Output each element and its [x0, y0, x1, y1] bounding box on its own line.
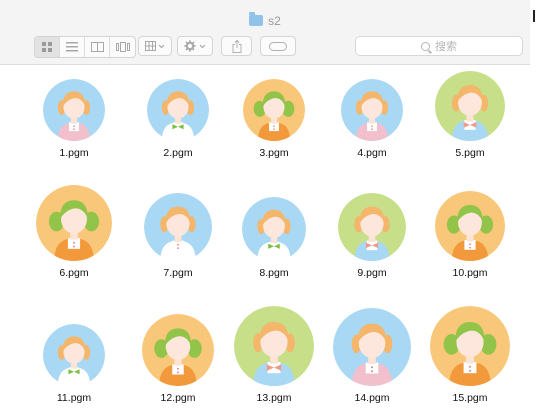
file-name-label[interactable]: 5.pgm — [428, 147, 512, 159]
gear-icon — [184, 40, 206, 52]
arrange-grid-icon — [145, 41, 165, 51]
avatar-illustration — [430, 306, 510, 386]
file-name-label[interactable]: 7.pgm — [136, 267, 220, 279]
file-thumbnail[interactable] — [435, 71, 505, 141]
search-icon — [421, 41, 430, 51]
coverflow-icon — [115, 42, 130, 52]
file-name-label[interactable]: 1.pgm — [32, 147, 116, 159]
file-thumbnail[interactable] — [234, 306, 314, 386]
list-icon — [66, 42, 78, 52]
file-name-label[interactable]: 13.pgm — [232, 392, 316, 404]
file-thumbnail[interactable] — [435, 191, 505, 261]
file-thumbnail[interactable] — [242, 197, 306, 261]
file-name-label[interactable]: 11.pgm — [32, 392, 116, 404]
file-thumbnail[interactable] — [142, 314, 214, 386]
search-placeholder: 搜索 — [435, 41, 457, 53]
avatar-illustration — [36, 185, 112, 261]
background-window-mark — [533, 10, 535, 22]
avatar-illustration — [341, 79, 403, 141]
window-title-text: s2 — [268, 14, 281, 28]
file-name-label[interactable]: 4.pgm — [330, 147, 414, 159]
columns-icon — [90, 42, 104, 52]
view-mode-switcher — [34, 36, 136, 58]
file-thumbnail[interactable] — [144, 193, 212, 261]
avatar-illustration — [338, 193, 406, 261]
avatar-illustration — [333, 308, 411, 386]
file-name-label[interactable]: 8.pgm — [232, 267, 316, 279]
share-button[interactable] — [221, 36, 252, 56]
icon-view-button[interactable] — [35, 37, 60, 57]
avatar-illustration — [144, 193, 212, 261]
file-name-label[interactable]: 10.pgm — [428, 267, 512, 279]
folder-icon — [249, 12, 264, 26]
file-name-label[interactable]: 2.pgm — [136, 147, 220, 159]
window-title: s2 — [0, 12, 530, 28]
file-thumbnail[interactable] — [43, 79, 105, 141]
list-view-button[interactable] — [60, 37, 85, 57]
file-thumbnail[interactable] — [338, 193, 406, 261]
icon-grid-icon — [41, 41, 52, 52]
file-thumbnail[interactable] — [243, 79, 305, 141]
file-name-label[interactable]: 9.pgm — [330, 267, 414, 279]
file-name-label[interactable]: 6.pgm — [32, 267, 116, 279]
avatar-illustration — [43, 79, 105, 141]
background-window-edge — [530, 0, 539, 419]
file-thumbnail[interactable] — [147, 79, 209, 141]
finder-window: s2 搜索 1.pgm 2.pgm 3.pgm 4.pgm 5.pgm 6.pg… — [0, 0, 531, 419]
action-menu-button[interactable] — [177, 36, 213, 56]
search-field[interactable]: 搜索 — [355, 36, 523, 56]
avatar-illustration — [43, 324, 105, 386]
toolbar: 搜索 — [0, 36, 530, 58]
file-thumbnail[interactable] — [43, 324, 105, 386]
file-name-label[interactable]: 14.pgm — [330, 392, 414, 404]
title-bar: s2 搜索 — [0, 0, 530, 65]
avatar-illustration — [435, 71, 505, 141]
file-thumbnail[interactable] — [36, 185, 112, 261]
file-thumbnail[interactable] — [333, 308, 411, 386]
file-icon-grid: 1.pgm 2.pgm 3.pgm 4.pgm 5.pgm 6.pgm 7.pg… — [0, 64, 530, 419]
avatar-illustration — [142, 314, 214, 386]
column-view-button[interactable] — [85, 37, 110, 57]
file-name-label[interactable]: 3.pgm — [232, 147, 316, 159]
file-name-label[interactable]: 15.pgm — [428, 392, 512, 404]
avatar-illustration — [234, 306, 314, 386]
avatar-illustration — [243, 79, 305, 141]
arrange-button[interactable] — [138, 36, 172, 56]
tag-icon — [269, 41, 287, 51]
file-name-label[interactable]: 12.pgm — [136, 392, 220, 404]
share-icon — [232, 39, 241, 53]
coverflow-view-button[interactable] — [110, 37, 135, 57]
avatar-illustration — [242, 197, 306, 261]
tag-button[interactable] — [260, 36, 296, 56]
file-thumbnail[interactable] — [341, 79, 403, 141]
avatar-illustration — [147, 79, 209, 141]
avatar-illustration — [435, 191, 505, 261]
file-thumbnail[interactable] — [430, 306, 510, 386]
